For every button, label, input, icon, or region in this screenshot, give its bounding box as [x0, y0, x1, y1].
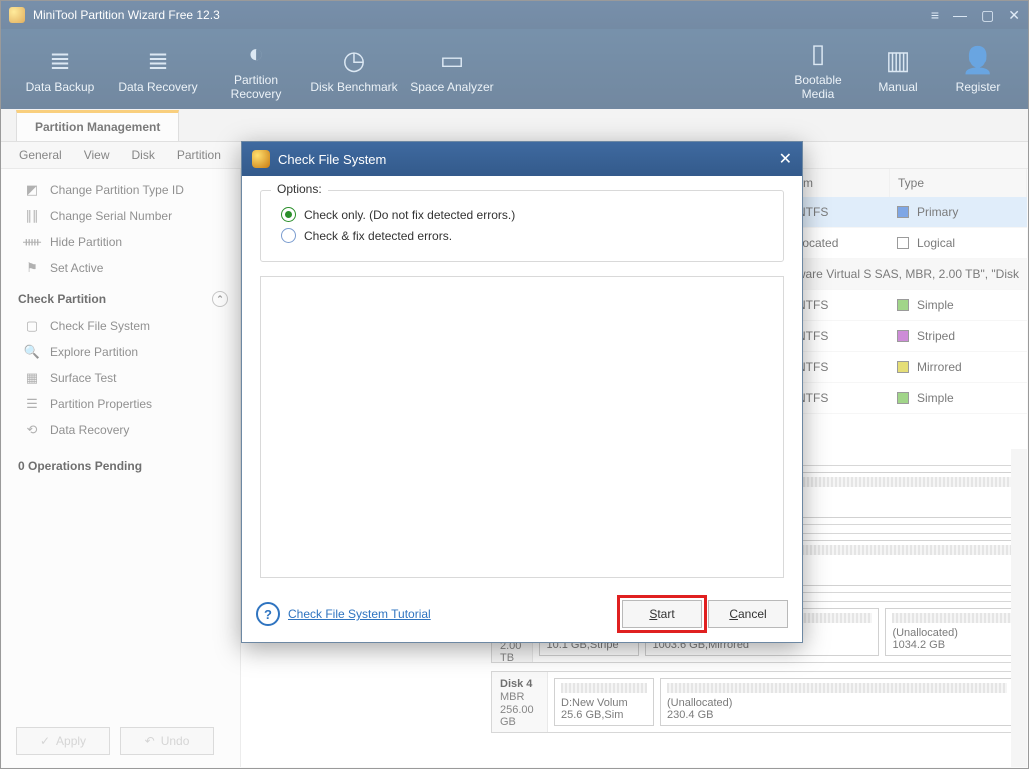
cancel-button[interactable]: Cancel [708, 600, 788, 628]
tutorial-link[interactable]: Check File System Tutorial [288, 607, 431, 621]
log-output [260, 276, 784, 578]
dialog-body: Options: Check only. (Do not fix detecte… [242, 176, 802, 590]
app-window: MiniTool Partition Wizard Free 12.3 ≡ — … [0, 0, 1029, 769]
dialog-logo-icon [252, 150, 270, 168]
options-legend: Options: [271, 182, 328, 196]
check-file-system-dialog: Check File System ✕ Options: Check only.… [241, 141, 803, 643]
dialog-close-icon[interactable]: ✕ [779, 149, 792, 169]
radio-check-and-fix[interactable]: Check & fix detected errors. [281, 228, 769, 243]
radio-check-only[interactable]: Check only. (Do not fix detected errors.… [281, 207, 769, 222]
options-fieldset: Options: Check only. (Do not fix detecte… [260, 190, 784, 262]
start-button[interactable]: Start [622, 600, 702, 628]
dialog-title: Check File System [278, 152, 386, 167]
dialog-title-bar[interactable]: Check File System ✕ [242, 142, 802, 176]
dialog-footer: ? Check File System Tutorial Start Cance… [242, 590, 802, 642]
help-icon[interactable]: ? [256, 602, 280, 626]
radio-icon [281, 228, 296, 243]
radio-icon [281, 207, 296, 222]
